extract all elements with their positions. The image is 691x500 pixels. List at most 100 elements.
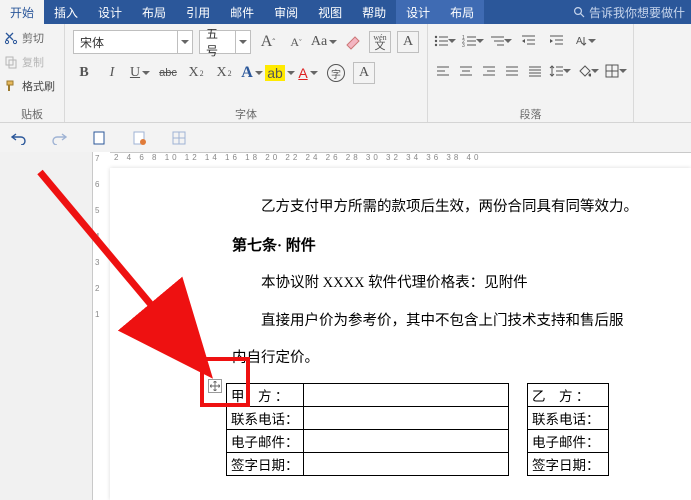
highlight-button[interactable]: ab: [269, 62, 291, 84]
numbering-button[interactable]: 123: [462, 30, 484, 52]
qat-button-3[interactable]: [170, 129, 188, 147]
shrink-font-button[interactable]: Aˇ: [285, 31, 307, 53]
shading-button[interactable]: [577, 60, 599, 82]
page-icon: [92, 131, 106, 145]
multilevel-list-button[interactable]: [490, 30, 512, 52]
table-container: 甲．方 ： 联系电话： 电子邮件： 签字日期： 乙 方 ： 联系电话： 电子邮件…: [226, 383, 691, 476]
document-area: 7 6 5 4 3 2 1 2 4 6 8 10 12 14 16 18 20 …: [0, 152, 691, 500]
align-left-button[interactable]: [434, 60, 451, 82]
body-text: 本协议附 XXXX 软件代理价格表：见附件: [232, 270, 691, 298]
copy-button[interactable]: 复制: [4, 52, 55, 72]
italic-button[interactable]: I: [101, 62, 123, 84]
font-name-combo[interactable]: 宋体: [73, 30, 193, 54]
copy-icon: [4, 55, 18, 69]
chevron-down-icon[interactable]: [177, 31, 192, 53]
bold-button[interactable]: B: [73, 62, 95, 84]
svg-text:A: A: [576, 36, 583, 47]
cut-button[interactable]: 剪切: [4, 28, 55, 48]
clear-formatting-button[interactable]: [341, 31, 363, 53]
page-icon: [132, 131, 146, 145]
signature-table-right[interactable]: 乙 方 ： 联系电话： 电子邮件： 签字日期：: [527, 383, 609, 476]
undo-button[interactable]: [10, 129, 28, 147]
align-distributed-icon: [528, 65, 542, 77]
increase-indent-button[interactable]: [546, 30, 568, 52]
outdent-icon: [521, 34, 537, 48]
scissors-icon: [4, 31, 18, 45]
tab-table-design[interactable]: 设计: [396, 0, 440, 24]
grow-font-button[interactable]: Aˆ: [257, 31, 279, 53]
qat-button-1[interactable]: [90, 129, 108, 147]
line-spacing-button[interactable]: [549, 60, 571, 82]
tab-help[interactable]: 帮助: [352, 0, 396, 24]
character-shading-button[interactable]: A: [353, 62, 375, 84]
table-row: 乙 方 ：: [528, 383, 609, 406]
body-text: 乙方支付甲方所需的款项后生效，两份合同具有同等效力。: [232, 194, 691, 222]
subscript-button[interactable]: X2: [185, 62, 207, 84]
tab-design[interactable]: 设计: [88, 0, 132, 24]
enclose-characters-button[interactable]: 字: [325, 62, 347, 84]
body-text: 直接用户价为参考价，其中不包含上门技术支持和售后服: [232, 308, 691, 336]
group-label-paragraph: 段落: [428, 106, 633, 122]
bucket-icon: [577, 64, 591, 78]
align-center-button[interactable]: [457, 60, 474, 82]
table-icon: [172, 131, 186, 145]
table-row: 签字日期：: [528, 452, 609, 475]
align-right-button[interactable]: [480, 60, 497, 82]
signature-table-left[interactable]: 甲．方 ： 联系电话： 电子邮件： 签字日期：: [226, 383, 509, 476]
font-size-combo[interactable]: 五号: [199, 30, 251, 54]
table-row: 电子邮件：: [227, 429, 509, 452]
phonetic-guide-button[interactable]: wén文: [369, 31, 391, 53]
align-right-icon: [482, 65, 496, 77]
qat-button-2[interactable]: [130, 129, 148, 147]
table-row: 联系电话：: [528, 406, 609, 429]
change-case-button[interactable]: Aa: [313, 31, 335, 53]
body-text: 内自行定价。: [232, 345, 691, 373]
group-clipboard: 剪切 复制 格式刷 贴板: [0, 24, 65, 122]
group-font: 宋体 五号 Aˆ Aˇ Aa wén文 A B I U: [65, 24, 428, 122]
format-painter-button[interactable]: 格式刷: [4, 76, 55, 96]
tab-layout[interactable]: 布局: [132, 0, 176, 24]
table-row: 电子邮件：: [528, 429, 609, 452]
borders-button[interactable]: [605, 60, 627, 82]
document-page[interactable]: 乙方支付甲方所需的款项后生效，两份合同具有同等效力。 第七条· 附件 本协议附 …: [110, 168, 691, 500]
search-icon: [573, 6, 585, 18]
tell-me-search[interactable]: 告诉我你想要做什: [567, 0, 691, 24]
tab-view[interactable]: 视图: [308, 0, 352, 24]
tab-mailings[interactable]: 邮件: [220, 0, 264, 24]
table-row: 签字日期：: [227, 452, 509, 475]
character-border-button[interactable]: A: [397, 31, 419, 53]
svg-text:3: 3: [462, 43, 465, 48]
redo-button[interactable]: [50, 129, 68, 147]
bullets-icon: [434, 34, 448, 48]
tab-review[interactable]: 审阅: [264, 0, 308, 24]
indent-icon: [549, 34, 565, 48]
align-center-icon: [459, 65, 473, 77]
text-direction-icon: A: [574, 34, 588, 48]
eraser-icon: [343, 33, 361, 51]
tab-table-layout[interactable]: 布局: [440, 0, 484, 24]
move-icon: [210, 381, 220, 391]
chevron-down-icon[interactable]: [235, 31, 250, 53]
align-justify-button[interactable]: [503, 60, 520, 82]
text-effects-button[interactable]: A: [241, 62, 263, 84]
decrease-indent-button[interactable]: [518, 30, 540, 52]
strikethrough-button[interactable]: abc: [157, 62, 179, 84]
quick-access-toolbar: [0, 123, 691, 154]
superscript-button[interactable]: X2: [213, 62, 235, 84]
bullets-button[interactable]: [434, 30, 456, 52]
align-left-icon: [436, 65, 450, 77]
underline-button[interactable]: U: [129, 62, 151, 84]
heading-7: 第七条· 附件: [232, 232, 691, 261]
vertical-ruler[interactable]: 7 6 5 4 3 2 1: [92, 152, 112, 500]
multilevel-icon: [490, 34, 504, 48]
tab-references[interactable]: 引用: [176, 0, 220, 24]
font-color-button[interactable]: A: [297, 62, 319, 84]
group-label-clipboard: 贴板: [0, 106, 64, 122]
table-row: 甲．方 ：: [227, 383, 509, 406]
tell-me-placeholder: 告诉我你想要做什: [589, 4, 685, 21]
tab-home[interactable]: 开始: [0, 0, 44, 24]
table-move-handle[interactable]: [208, 379, 222, 393]
tab-insert[interactable]: 插入: [44, 0, 88, 24]
text-direction-button[interactable]: A: [574, 30, 596, 52]
align-distributed-button[interactable]: [526, 60, 543, 82]
